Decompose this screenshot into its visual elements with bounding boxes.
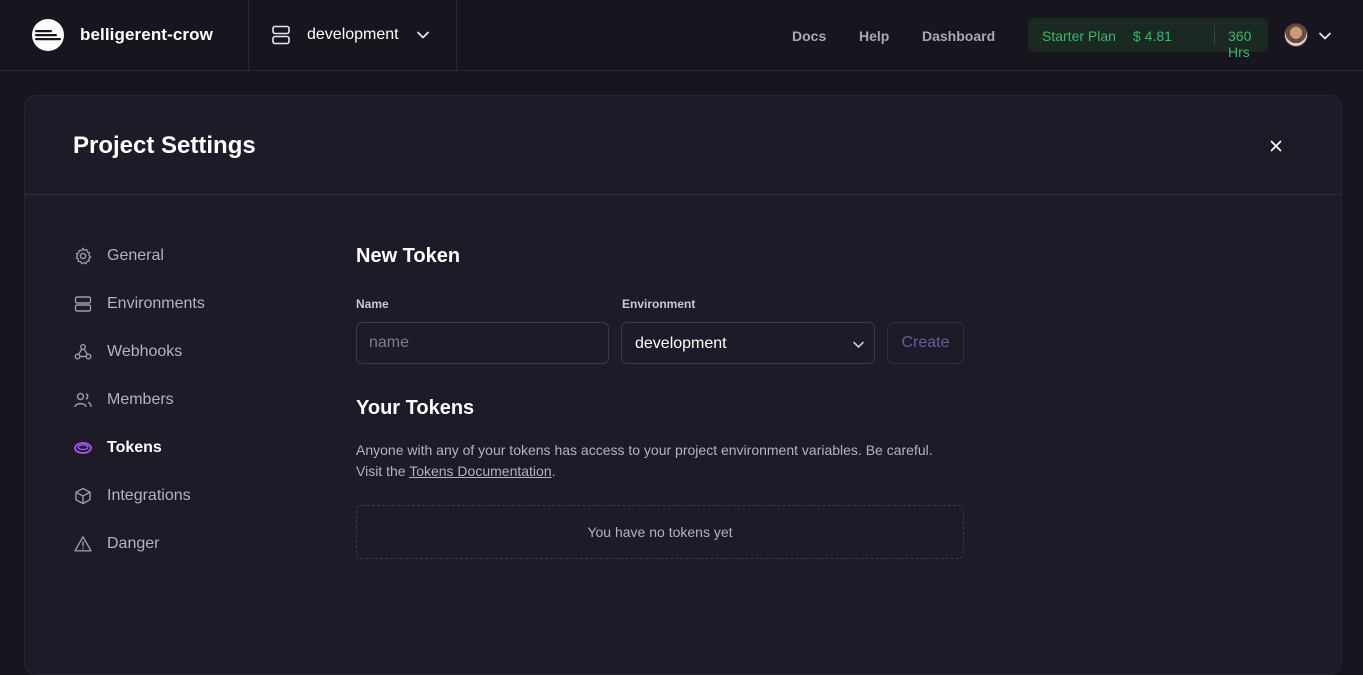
plan-cost: $ 4.81 bbox=[1133, 28, 1172, 44]
nav-docs-link[interactable]: Docs bbox=[792, 28, 826, 44]
cube-icon bbox=[75, 487, 91, 505]
token-name-input[interactable] bbox=[356, 322, 609, 364]
environment-select-value: development bbox=[635, 335, 727, 352]
users-icon bbox=[74, 392, 92, 408]
sidebar-item-members[interactable]: Members bbox=[73, 388, 273, 412]
chevron-down-icon bbox=[853, 341, 864, 348]
tokens-description: Anyone with any of your tokens has acces… bbox=[356, 440, 946, 482]
environment-label: Environment bbox=[622, 297, 696, 311]
sidebar-item-label: General bbox=[107, 247, 164, 264]
tokens-documentation-link[interactable]: Tokens Documentation bbox=[409, 463, 551, 479]
create-button[interactable]: Create bbox=[887, 322, 964, 364]
sidebar-item-webhooks[interactable]: Webhooks bbox=[73, 340, 273, 364]
name-label: Name bbox=[356, 297, 389, 311]
new-token-title: New Token bbox=[356, 245, 461, 267]
chevron-down-icon[interactable] bbox=[1318, 29, 1332, 43]
close-icon[interactable] bbox=[1265, 135, 1287, 157]
server-icon bbox=[74, 296, 92, 312]
chevron-down-icon bbox=[417, 31, 429, 39]
sidebar-item-label: Integrations bbox=[107, 487, 191, 504]
plan-name: Starter Plan bbox=[1042, 28, 1116, 44]
panel-header: Project Settings bbox=[25, 96, 1341, 195]
warning-icon bbox=[74, 536, 92, 552]
sidebar-item-label: Webhooks bbox=[107, 343, 183, 360]
environment-switcher[interactable]: development bbox=[249, 0, 457, 70]
nav-dashboard-link[interactable]: Dashboard bbox=[922, 28, 995, 44]
plan-divider bbox=[1214, 25, 1215, 45]
sidebar-item-label: Members bbox=[107, 391, 174, 408]
project-settings-panel: Project Settings General Environments We… bbox=[24, 95, 1342, 675]
sidebar-item-label: Tokens bbox=[107, 439, 162, 456]
sidebar-item-danger[interactable]: Danger bbox=[73, 532, 273, 556]
plan-hours: 360 Hrs bbox=[1228, 28, 1252, 60]
token-icon bbox=[74, 442, 92, 454]
top-bar: belligerent-crow development Docs Help D… bbox=[0, 0, 1363, 71]
sidebar-item-integrations[interactable]: Integrations bbox=[73, 484, 273, 508]
logo-icon bbox=[32, 19, 64, 51]
sidebar-item-label: Environments bbox=[107, 295, 205, 312]
server-icon bbox=[272, 25, 290, 45]
nav-help-link[interactable]: Help bbox=[859, 28, 889, 44]
project-name: belligerent-crow bbox=[80, 25, 213, 44]
gear-icon bbox=[75, 247, 92, 265]
user-avatar[interactable] bbox=[1284, 23, 1308, 47]
page-title: Project Settings bbox=[73, 132, 256, 159]
sidebar-item-label: Danger bbox=[107, 535, 160, 552]
environment-select[interactable]: development bbox=[621, 322, 875, 364]
project-brand[interactable]: belligerent-crow bbox=[0, 0, 249, 70]
your-tokens-title: Your Tokens bbox=[356, 397, 475, 419]
tokens-description-end: . bbox=[551, 463, 556, 479]
sidebar-item-general[interactable]: General bbox=[73, 244, 273, 268]
sidebar-item-environments[interactable]: Environments bbox=[73, 292, 273, 316]
plan-badge[interactable]: Starter Plan $ 4.81 360 Hrs bbox=[1028, 18, 1268, 60]
environment-switcher-label: development bbox=[307, 26, 399, 43]
empty-tokens-state: You have no tokens yet bbox=[356, 505, 964, 559]
webhook-icon bbox=[74, 344, 92, 360]
sidebar-item-tokens[interactable]: Tokens bbox=[73, 436, 273, 460]
